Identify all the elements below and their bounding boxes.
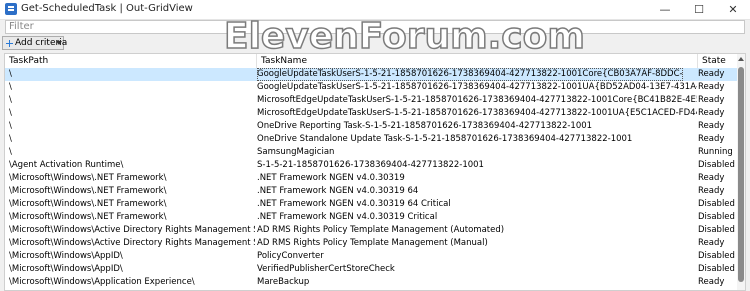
table-row[interactable]: \ OneDrive Reporting Task-S-1-5-21-185870… — [5, 120, 737, 133]
cell-taskname: VerifiedPublisherCertStoreCheck — [257, 264, 395, 274]
cell-taskpath: \ — [9, 134, 12, 144]
scrollbar-thumb[interactable] — [738, 67, 744, 282]
watermark-logo: ElevenForum.com — [223, 15, 585, 58]
cell-state: Ready — [698, 238, 725, 248]
cell-state: Ready — [698, 82, 725, 92]
cell-taskname: GoogleUpdateTaskUserS-1-5-21-1858701626-… — [257, 82, 697, 92]
cell-taskpath: \Microsoft\Windows\AppID\ — [9, 264, 123, 274]
cell-taskname: OneDrive Standalone Update Task-S-1-5-21… — [257, 134, 633, 144]
cell-taskname: PolicyConverter — [257, 251, 324, 261]
cell-state: Disabled — [698, 160, 735, 170]
cell-taskpath: \Microsoft\Windows\.NET Framework\ — [9, 212, 167, 222]
table-row[interactable]: \Microsoft\Windows\Active Directory Righ… — [5, 224, 737, 237]
cell-taskname: AD RMS Rights Policy Template Management… — [257, 238, 488, 248]
cell-taskpath: \Microsoft\Windows\Active Directory Righ… — [9, 238, 255, 248]
cell-state: Ready — [698, 277, 725, 287]
cell-taskname: GoogleUpdateTaskUserS-1-5-21-1858701626-… — [257, 68, 683, 81]
table-row[interactable]: \Microsoft\Windows\Application Experienc… — [5, 276, 737, 289]
cell-taskname: .NET Framework NGEN v4.0.30319 64 — [257, 186, 419, 196]
cell-taskname: .NET Framework NGEN v4.0.30319 Critical — [257, 212, 438, 222]
cell-taskpath: \ — [9, 95, 12, 105]
cell-taskpath: \ — [9, 121, 12, 131]
column-header-state[interactable]: State — [698, 54, 737, 68]
column-header-taskname[interactable]: TaskName — [257, 54, 698, 68]
cell-state: Ready — [698, 108, 725, 118]
cell-taskpath: \Microsoft\Windows\.NET Framework\ — [9, 199, 167, 209]
vertical-scrollbar[interactable] — [737, 54, 745, 290]
cell-taskname: .NET Framework NGEN v4.0.30319 64 Critic… — [257, 199, 451, 209]
table-row[interactable]: \ GoogleUpdateTaskUserS-1-5-21-1858701626… — [5, 68, 737, 81]
cell-state: Disabled — [698, 225, 735, 235]
cell-taskpath: \ — [9, 69, 12, 79]
cell-state: Ready — [698, 186, 725, 196]
cell-taskpath: \Microsoft\Windows\Application Experienc… — [9, 277, 195, 287]
cell-taskpath: \ — [9, 82, 12, 92]
table-row[interactable]: \Microsoft\Windows\.NET Framework\ .NET F… — [5, 198, 737, 211]
add-criteria-button[interactable]: Add criteria — [2, 36, 67, 50]
cell-taskname: MicrosoftEdgeUpdateTaskUserS-1-5-21-1858… — [257, 108, 697, 118]
table-row[interactable]: \ SamsungMagician Running — [5, 146, 737, 159]
cell-state: Ready — [698, 121, 725, 131]
table-row[interactable]: \Microsoft\Windows\AppID\ PolicyConverter… — [5, 250, 737, 263]
cell-taskname: S-1-5-21-1858701626-1738369404-427713822… — [257, 160, 484, 170]
table-row[interactable]: \Microsoft\Windows\Active Directory Righ… — [5, 237, 737, 250]
cell-state: Ready — [698, 173, 725, 183]
column-header-taskpath[interactable]: TaskPath — [5, 54, 257, 68]
grid-rows: \ GoogleUpdateTaskUserS-1-5-21-1858701626… — [5, 68, 737, 289]
cell-taskname: .NET Framework NGEN v4.0.30319 — [257, 173, 405, 183]
table-row[interactable]: \ MicrosoftEdgeUpdateTaskUserS-1-5-21-185… — [5, 107, 737, 120]
table-row[interactable]: \Microsoft\Windows\.NET Framework\ .NET F… — [5, 172, 737, 185]
cell-taskname: OneDrive Reporting Task-S-1-5-21-1858701… — [257, 121, 593, 131]
cell-state: Disabled — [698, 212, 735, 222]
cell-state: Ready — [698, 69, 725, 79]
cell-taskname: SamsungMagician — [257, 147, 335, 157]
cell-state: Ready — [698, 134, 725, 144]
table-row[interactable]: \ OneDrive Standalone Update Task-S-1-5-2… — [5, 133, 737, 146]
cell-taskpath: \Microsoft\Windows\.NET Framework\ — [9, 186, 167, 196]
scroll-up-arrow-icon[interactable] — [738, 57, 744, 61]
table-row[interactable]: \Microsoft\Windows\AppID\ VerifiedPublish… — [5, 263, 737, 276]
grid-header: TaskPath TaskName State — [5, 54, 737, 69]
table-row[interactable]: \Microsoft\Windows\.NET Framework\ .NET F… — [5, 185, 737, 198]
minimize-button[interactable]: — — [648, 0, 682, 19]
maximize-button[interactable]: ☐ — [682, 0, 716, 19]
table-row[interactable]: \ MicrosoftEdgeUpdateTaskUserS-1-5-21-185… — [5, 94, 737, 107]
cell-state: Disabled — [698, 264, 735, 274]
powershell-app-icon — [5, 3, 17, 15]
cell-state: Disabled — [698, 251, 735, 261]
chevron-down-icon — [56, 41, 62, 45]
table-row[interactable]: \ GoogleUpdateTaskUserS-1-5-21-1858701626… — [5, 81, 737, 94]
cell-taskpath: \Microsoft\Windows\AppID\ — [9, 251, 123, 261]
cell-state: Disabled — [698, 199, 735, 209]
cell-state: Ready — [698, 95, 725, 105]
cell-taskpath: \ — [9, 108, 12, 118]
window-title: Get-ScheduledTask | Out-GridView — [21, 3, 193, 14]
table-row[interactable]: \Microsoft\Windows\.NET Framework\ .NET F… — [5, 211, 737, 224]
cell-taskname: MicrosoftEdgeUpdateTaskUserS-1-5-21-1858… — [257, 95, 697, 105]
plus-icon — [6, 40, 13, 47]
cell-taskpath: \Microsoft\Windows\.NET Framework\ — [9, 173, 167, 183]
cell-state: Running — [698, 147, 733, 157]
cell-taskpath: \Agent Activation Runtime\ — [9, 160, 124, 170]
cell-taskname: MareBackup — [257, 277, 310, 287]
table-row[interactable]: \Agent Activation Runtime\ S-1-5-21-18587… — [5, 159, 737, 172]
cell-taskname: AD RMS Rights Policy Template Management… — [257, 225, 505, 235]
cell-taskpath: \ — [9, 147, 12, 157]
results-grid[interactable]: TaskPath TaskName State \ GoogleUpdateTas… — [4, 53, 746, 291]
cell-taskpath: \Microsoft\Windows\Active Directory Righ… — [9, 225, 255, 235]
close-button[interactable]: ✕ — [716, 0, 750, 19]
